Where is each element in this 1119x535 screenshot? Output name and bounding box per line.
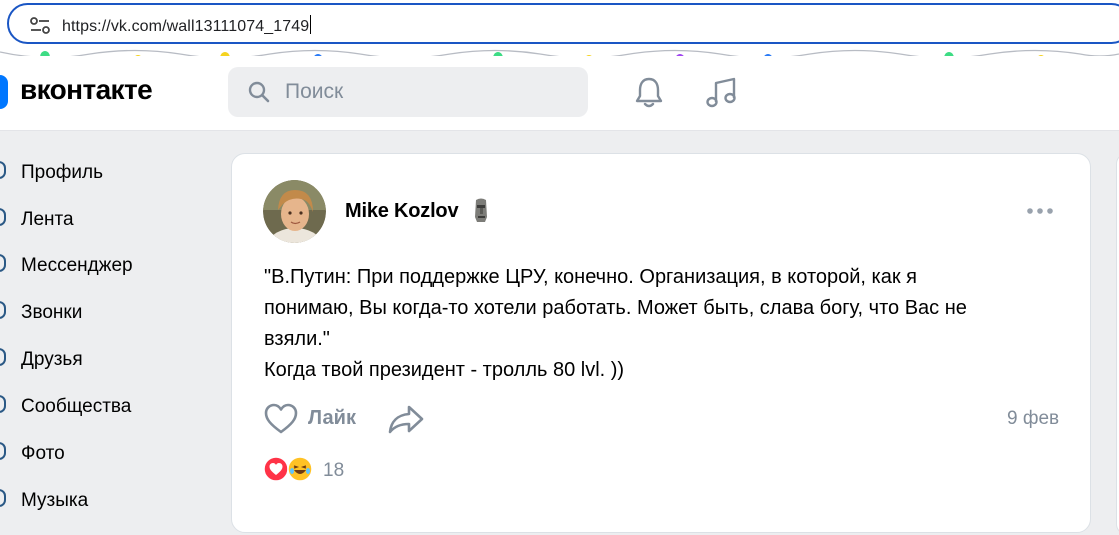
laugh-reaction-icon	[287, 456, 313, 482]
heart-icon	[264, 403, 298, 434]
sidebar-item-friends[interactable]: Друзья	[0, 340, 220, 376]
site-info-icon[interactable]	[29, 17, 51, 35]
wall-post: Mike Kozlov "В.Путин: При поддержке ЦРУ,…	[231, 153, 1091, 533]
friends-icon	[0, 348, 6, 366]
profile-icon	[0, 161, 6, 179]
communities-icon	[0, 395, 6, 413]
share-icon[interactable]	[387, 403, 425, 435]
sidebar-item-label: Мессенджер	[21, 255, 133, 276]
heart-reaction-icon	[263, 456, 289, 482]
sidebar-item-label: Лента	[21, 209, 74, 230]
sidebar-item-music[interactable]: Музыка	[0, 481, 220, 517]
moai-icon	[475, 198, 487, 222]
sidebar-item-label: Музыка	[21, 490, 89, 511]
search-input[interactable]: Поиск	[228, 67, 588, 117]
messenger-icon	[0, 254, 6, 272]
address-bar[interactable]: https://vk.com/wall13111074_1749	[7, 3, 1119, 44]
sidebar-item-communities[interactable]: Сообщества	[0, 387, 220, 423]
post-text-line: взяли."	[264, 328, 330, 350]
music-nav-icon	[0, 489, 6, 507]
sidebar-item-calls[interactable]: Звонки	[0, 293, 220, 329]
url-text[interactable]: https://vk.com/wall13111074_1749	[62, 15, 312, 36]
music-icon[interactable]	[704, 75, 740, 111]
search-icon	[248, 81, 270, 103]
sidebar-item-feed[interactable]: Лента	[0, 200, 220, 236]
bell-icon[interactable]	[632, 75, 666, 109]
calls-icon	[0, 301, 6, 319]
feed-icon	[0, 208, 6, 226]
sidebar-item-label: Звонки	[21, 302, 83, 323]
avatar[interactable]	[263, 180, 326, 243]
search-placeholder: Поиск	[285, 80, 344, 103]
sidebar-item-label: Фото	[21, 443, 65, 464]
post-text: "В.Путин: При поддержке ЦРУ, конечно. Ор…	[264, 262, 1064, 386]
sidebar-item-profile[interactable]: Профиль	[0, 153, 220, 189]
post-text-line: понимаю, Вы когда-то хотели работать. Мо…	[264, 297, 967, 319]
sidebar-item-photos[interactable]: Фото	[0, 434, 220, 470]
post-text-line: "В.Путин: При поддержке ЦРУ, конечно. Ор…	[264, 266, 917, 288]
post-author-name[interactable]: Mike Kozlov	[345, 200, 459, 223]
sidebar-item-label: Друзья	[21, 349, 83, 370]
sidebar-item-label: Профиль	[21, 162, 104, 183]
more-options-icon[interactable]	[1026, 206, 1054, 216]
post-text-line: Когда твой президент - тролль 80 lvl. ))	[264, 359, 625, 381]
vk-logo-icon[interactable]	[0, 75, 8, 109]
like-label: Лайк	[308, 407, 356, 429]
sidebar-item-label: Сообщества	[21, 396, 132, 417]
vk-header: вконтакте Поиск	[0, 56, 1119, 131]
post-date[interactable]: 9 фев	[1007, 408, 1059, 430]
photos-icon	[0, 442, 6, 460]
reactions-count: 18	[323, 460, 345, 481]
sidebar-item-messenger[interactable]: Мессенджер	[0, 246, 220, 282]
vk-logo-text[interactable]: вконтакте	[20, 74, 153, 106]
